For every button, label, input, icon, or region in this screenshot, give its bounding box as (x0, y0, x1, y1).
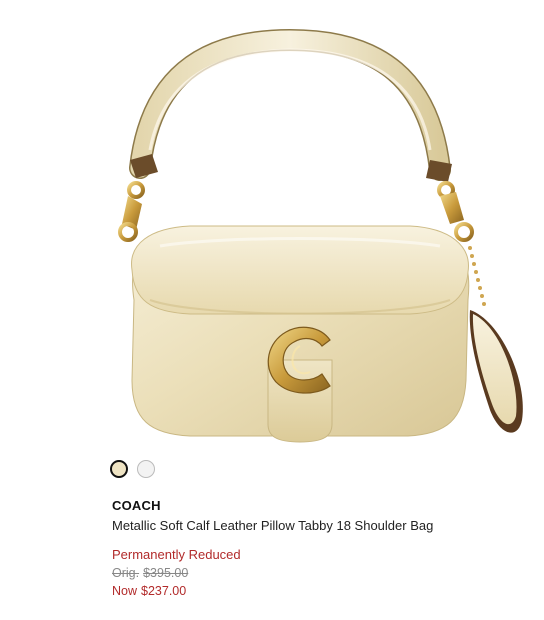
product-card[interactable]: COACH Metallic Soft Calf Leather Pillow … (0, 0, 544, 620)
color-swatches (110, 460, 155, 478)
product-image[interactable] (0, 0, 544, 450)
product-info: COACH Metallic Soft Calf Leather Pillow … (112, 497, 532, 600)
original-price-value: $395.00 (143, 566, 189, 580)
product-title[interactable]: Metallic Soft Calf Leather Pillow Tabby … (112, 517, 532, 535)
sale-price-label: Now (112, 584, 138, 598)
product-brand[interactable]: COACH (112, 497, 532, 515)
sale-price: Now $237.00 (112, 582, 532, 600)
bag-handle (129, 28, 452, 182)
swatch-gold[interactable] (110, 460, 128, 478)
original-price-label: Orig. (112, 566, 140, 580)
swatch-silver[interactable] (137, 460, 155, 478)
sale-price-value: $237.00 (141, 584, 187, 598)
original-price: Orig. $395.00 (112, 564, 532, 582)
bag-hangtag (469, 310, 523, 433)
permanently-reduced-badge: Permanently Reduced (112, 547, 241, 562)
